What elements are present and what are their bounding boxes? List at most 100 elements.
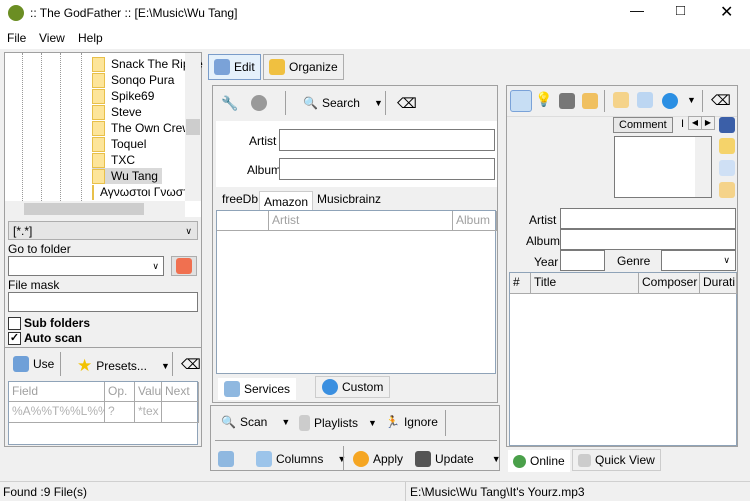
filter-value: [*.*] xyxy=(13,224,33,238)
tag-icon[interactable] xyxy=(582,93,598,109)
search-label: Search xyxy=(321,96,360,110)
column-header[interactable]: Album xyxy=(453,211,497,231)
save-icon[interactable] xyxy=(719,117,735,133)
tab-second[interactable]: I xyxy=(681,118,684,130)
subfolders-checkbox[interactable]: Sub folders xyxy=(8,316,90,330)
genre-select[interactable]: ∨ xyxy=(661,250,736,271)
eraser-icon[interactable]: ⌫ xyxy=(181,356,201,373)
eraser-icon[interactable]: ⌫ xyxy=(397,95,417,112)
file-filter-select[interactable]: [*.*] ∨ xyxy=(8,221,198,240)
tab-comment[interactable]: Comment xyxy=(613,117,673,133)
tab-amazon[interactable]: Amazon xyxy=(259,191,314,212)
comment-textarea[interactable] xyxy=(614,136,712,198)
tree-item[interactable]: Sonqo Pura xyxy=(92,72,174,88)
arrow-right-icon xyxy=(353,451,369,467)
dropdown-arrow-icon[interactable]: ▼ xyxy=(687,95,696,105)
running-man-icon: 🏃 xyxy=(385,415,400,429)
table-cell[interactable]: ? xyxy=(105,402,135,423)
table-cell[interactable]: *tex xyxy=(135,402,162,423)
column-header[interactable]: Next xyxy=(162,382,199,402)
menu-file[interactable]: File xyxy=(7,31,26,45)
search-button[interactable]: 🔍 Search ▼ xyxy=(303,96,383,110)
table-cell[interactable] xyxy=(162,402,199,423)
tab-edit[interactable]: Edit xyxy=(208,54,261,80)
save-icon xyxy=(415,451,431,467)
textarea-scrollbar[interactable] xyxy=(695,137,711,197)
tab-label: Online xyxy=(530,454,565,468)
scroll-thumb[interactable] xyxy=(24,203,144,215)
artist-input[interactable] xyxy=(560,208,736,229)
lock-icon[interactable] xyxy=(559,93,575,109)
tree-item-selected[interactable]: Wu Tang xyxy=(92,168,162,184)
lightbulb-icon[interactable]: 💡 xyxy=(535,91,552,108)
minimize-button[interactable]: — xyxy=(630,2,644,18)
chevron-down-icon: ∨ xyxy=(152,261,159,271)
column-header[interactable]: Title xyxy=(531,273,639,294)
table-cell[interactable]: %A%%T%%L%% xyxy=(9,402,105,423)
wrench-icon[interactable]: 🔧 xyxy=(221,95,238,112)
folder-tree[interactable]: Snack The Rippe Sonqo Pura Spike69 Steve… xyxy=(5,53,203,217)
disc-icon[interactable] xyxy=(251,95,267,111)
tab-quick-view[interactable]: Quick View xyxy=(572,449,661,471)
window-title: :: The GodFather :: [E:\Music\Wu Tang] xyxy=(30,6,238,20)
column-header[interactable]: Durati xyxy=(700,273,737,294)
tree-item[interactable]: Steve xyxy=(92,104,142,120)
playlists-button[interactable]: Playlists ▼ xyxy=(299,415,377,431)
tab-scroll-right[interactable]: ▶ xyxy=(701,116,715,130)
column-header[interactable]: Composer xyxy=(639,273,700,294)
column-header[interactable]: # xyxy=(510,273,531,294)
list-view-icon[interactable] xyxy=(218,451,234,467)
tree-item[interactable]: Αγνωστοι Γνωστ xyxy=(92,184,186,200)
update-button[interactable]: Update ▼ xyxy=(415,451,501,467)
open-folder-icon[interactable] xyxy=(719,138,735,154)
scroll-thumb[interactable] xyxy=(186,119,200,135)
tab-custom[interactable]: Custom xyxy=(315,376,391,398)
browse-folder-button[interactable] xyxy=(171,256,197,276)
people-icon[interactable] xyxy=(510,90,532,112)
tab-musicbrainz[interactable]: Musicbrainz xyxy=(317,192,381,206)
tab-organize[interactable]: Organize xyxy=(263,54,344,80)
column-header[interactable]: Valu xyxy=(135,382,162,402)
ignore-label: Ignore xyxy=(403,415,438,429)
track-list[interactable]: # Title Composer Durati xyxy=(509,272,737,446)
vertical-scrollbar[interactable] xyxy=(185,53,201,201)
convert-icon[interactable] xyxy=(637,92,653,108)
ignore-button[interactable]: 🏃 Ignore xyxy=(385,415,438,429)
copy-icon[interactable] xyxy=(719,160,735,176)
album-input[interactable] xyxy=(279,158,495,180)
use-button[interactable]: Use xyxy=(13,356,54,372)
tree-item[interactable]: Spike69 xyxy=(92,88,154,104)
file-mask-input[interactable] xyxy=(8,292,198,312)
dropdown-arrow-icon[interactable]: ▼ xyxy=(161,361,170,371)
album-input[interactable] xyxy=(560,229,736,250)
clipboard-icon[interactable] xyxy=(613,92,629,108)
tab-freedb[interactable]: freeDb xyxy=(222,192,258,206)
presets-button[interactable]: ★ Presets... ▼ xyxy=(77,356,170,376)
menu-help[interactable]: Help xyxy=(78,31,103,45)
autoscan-checkbox[interactable]: ✓ Auto scan xyxy=(8,331,82,345)
close-button[interactable]: ✕ xyxy=(720,2,733,22)
gear-icon[interactable] xyxy=(662,93,678,109)
year-input[interactable] xyxy=(560,250,605,271)
apply-button[interactable]: Apply xyxy=(353,451,403,467)
tree-item[interactable]: The Own Crew xyxy=(92,120,191,136)
column-header[interactable]: Artist xyxy=(269,211,453,231)
maximize-button[interactable]: □ xyxy=(676,2,685,19)
artist-input[interactable] xyxy=(279,129,495,151)
goto-folder-combo[interactable]: ∨ xyxy=(8,256,164,276)
scan-button[interactable]: 🔍 Scan ▼ xyxy=(221,415,290,429)
horizontal-scrollbar[interactable] xyxy=(5,201,185,217)
columns-button[interactable]: Columns ▼ xyxy=(256,451,346,467)
column-header[interactable]: Op. xyxy=(105,382,135,402)
column-header[interactable]: Field xyxy=(9,382,105,402)
paste-icon[interactable] xyxy=(719,182,735,198)
tab-services[interactable]: Services xyxy=(218,378,297,400)
tree-item[interactable]: Toquel xyxy=(92,136,146,152)
eraser-icon[interactable]: ⌫ xyxy=(711,92,731,109)
tab-scroll-left[interactable]: ◀ xyxy=(688,116,702,130)
menu-view[interactable]: View xyxy=(39,31,65,45)
results-list[interactable]: Artist Album xyxy=(216,210,497,374)
tree-item[interactable]: TXC xyxy=(92,152,135,168)
tab-online[interactable]: Online xyxy=(508,450,570,472)
tree-item-label: Αγνωστοι Γνωστ xyxy=(100,185,186,199)
